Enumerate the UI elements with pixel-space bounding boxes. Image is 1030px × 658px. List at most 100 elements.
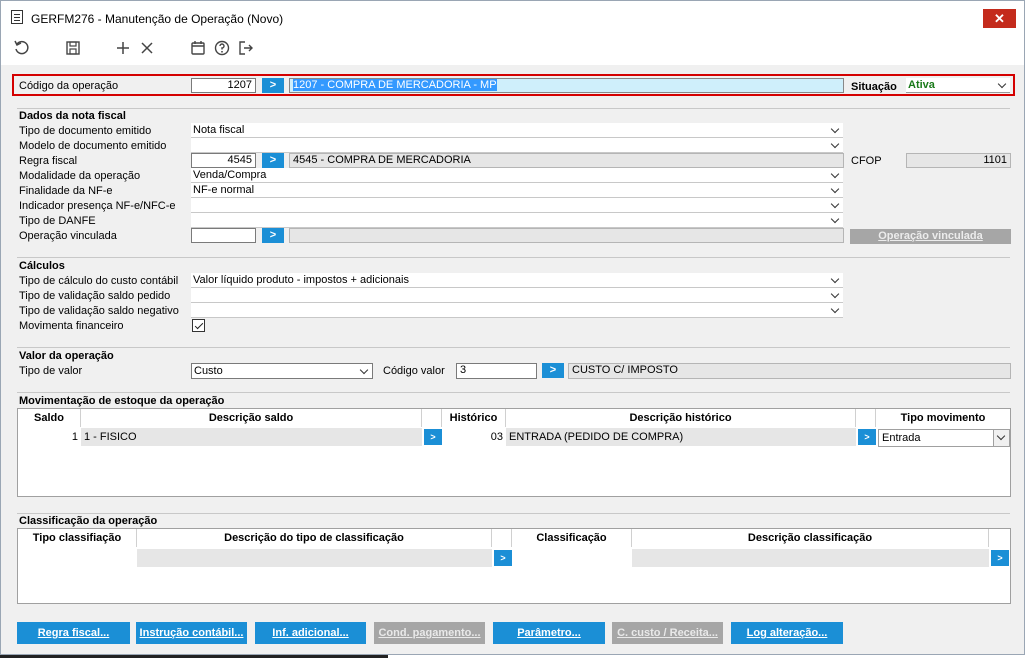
tipo-documento-label: Tipo de documento emitido: [19, 125, 152, 137]
table-row-descricao-historico: ENTRADA (PEDIDO DE COMPRA): [506, 428, 856, 446]
codigo-valor-input[interactable]: 3: [456, 363, 537, 379]
table-row-saldo[interactable]: 1: [18, 428, 81, 446]
centro-custo-button[interactable]: C. custo / Receita...: [612, 622, 723, 644]
chevron-down-icon: [831, 198, 840, 212]
situacao-value: Ativa: [908, 79, 935, 91]
col-header-descricao-historico[interactable]: Descrição histórico: [506, 409, 856, 427]
exit-button[interactable]: [235, 37, 257, 59]
section-divider: [17, 257, 1010, 258]
tipo-valor-value: Custo: [194, 365, 223, 377]
tipo-valor-select[interactable]: Custo: [191, 363, 373, 379]
classificacao-lookup-button[interactable]: >: [991, 550, 1009, 566]
validacao-saldo-pedido-select[interactable]: [191, 288, 843, 303]
finalidade-value: NF-e normal: [193, 184, 255, 196]
table-row-descricao-tipo: [137, 549, 492, 567]
regra-fiscal-label: Regra fiscal: [19, 155, 78, 167]
col-header-tipo-classificacao[interactable]: Tipo classifiação: [18, 529, 137, 547]
table-row-descricao-saldo: 1 - FISICO: [81, 428, 422, 446]
movimenta-financeiro-checkbox[interactable]: [192, 319, 205, 332]
table-row-descricao-classificacao: [632, 549, 989, 567]
indicador-presenca-select[interactable]: [191, 198, 843, 213]
codigo-operacao-label: Código da operação: [19, 80, 119, 92]
cond-pagamento-button[interactable]: Cond. pagamento...: [374, 622, 485, 644]
close-button[interactable]: ✕: [983, 9, 1016, 28]
finalidade-label: Finalidade da NF-e: [19, 185, 113, 197]
codigo-operacao-description-text: 1207 - COMPRA DE MERCADORIA - MP: [293, 79, 497, 91]
document-icon: [11, 10, 23, 24]
classificacao-grid: Tipo classifiação Descrição do tipo de c…: [17, 528, 1011, 604]
col-header-descricao-tipo-classificacao[interactable]: Descrição do tipo de classificação: [137, 529, 492, 547]
section-divider: [17, 347, 1010, 348]
validacao-saldo-negativo-select[interactable]: [191, 303, 843, 318]
help-icon: [214, 40, 230, 56]
codigo-valor-description: CUSTO C/ IMPOSTO: [568, 363, 1011, 379]
section-divider: [17, 392, 1010, 393]
toolbar: [1, 31, 1024, 65]
regra-fiscal-button[interactable]: Regra fiscal...: [17, 622, 130, 644]
regra-fiscal-description: 4545 - COMPRA DE MERCADORIA: [289, 153, 844, 168]
modalidade-select[interactable]: Venda/Compra: [191, 168, 843, 183]
modelo-documento-select[interactable]: [191, 138, 843, 153]
calendar-button[interactable]: [187, 37, 209, 59]
col-header-tipo-movimento[interactable]: Tipo movimento: [876, 409, 1010, 427]
operacao-vinculada-description: [289, 228, 844, 243]
col-header-spacer: [856, 409, 876, 427]
chevron-down-icon: [360, 364, 369, 378]
modelo-documento-label: Modelo de documento emitido: [19, 140, 167, 152]
col-header-spacer: [492, 529, 512, 547]
codigo-operacao-input[interactable]: 1207: [191, 78, 256, 93]
instrucao-contabil-button[interactable]: Instrução contábil...: [136, 622, 247, 644]
indicador-presenca-label: Indicador presença NF-e/NFC-e: [19, 200, 176, 212]
chevron-down-icon: [831, 273, 840, 287]
codigo-valor-lookup-button[interactable]: >: [542, 363, 564, 378]
chevron-down-icon: [831, 138, 840, 152]
tipo-movimento-select[interactable]: Entrada: [878, 429, 1010, 447]
codigo-operacao-lookup-button[interactable]: >: [262, 78, 284, 93]
validacao-saldo-pedido-label: Tipo de validação saldo pedido: [19, 290, 171, 302]
col-header-historico[interactable]: Histórico: [442, 409, 506, 427]
movimenta-financeiro-label: Movimenta financeiro: [19, 320, 124, 332]
help-button[interactable]: [211, 37, 233, 59]
tipo-danfe-select[interactable]: [191, 213, 843, 228]
operacao-vinculada-button[interactable]: Operação vinculada: [850, 229, 1011, 244]
tipo-movimento-value: Entrada: [882, 432, 921, 444]
col-header-saldo[interactable]: Saldo: [18, 409, 81, 427]
operacao-vinculada-lookup-button[interactable]: >: [262, 228, 284, 243]
modalidade-value: Venda/Compra: [193, 169, 267, 181]
save-button[interactable]: [62, 37, 84, 59]
col-header-descricao-classificacao[interactable]: Descrição classificação: [632, 529, 989, 547]
estoque-section-title: Movimentação de estoque da operação: [19, 395, 225, 407]
regra-fiscal-input[interactable]: 4545: [191, 153, 256, 168]
classificacao-section-title: Classificação da operação: [19, 515, 158, 527]
tipo-classificacao-lookup-button[interactable]: >: [494, 550, 512, 566]
delete-button[interactable]: [136, 37, 158, 59]
chevron-down-icon: [831, 213, 840, 227]
tipo-danfe-label: Tipo de DANFE: [19, 215, 96, 227]
chevron-down-icon: [831, 288, 840, 302]
cfop-label: CFOP: [851, 155, 882, 167]
regra-fiscal-lookup-button[interactable]: >: [262, 153, 284, 168]
historico-lookup-button[interactable]: >: [858, 429, 876, 445]
saldo-lookup-button[interactable]: >: [424, 429, 442, 445]
col-header-classificacao[interactable]: Classificação: [512, 529, 632, 547]
calculo-custo-label: Tipo de cálculo do custo contábil: [19, 275, 179, 287]
table-row-historico[interactable]: 03: [442, 428, 506, 446]
inf-adicional-button[interactable]: Inf. adicional...: [255, 622, 366, 644]
tipo-documento-select[interactable]: Nota fiscal: [191, 123, 843, 138]
calculo-custo-select[interactable]: Valor líquido produto - impostos + adici…: [191, 273, 843, 288]
log-alteracao-button[interactable]: Log alteração...: [731, 622, 843, 644]
finalidade-select[interactable]: NF-e normal: [191, 183, 843, 198]
col-header-spacer: [989, 529, 1010, 547]
valor-section-title: Valor da operação: [19, 350, 114, 362]
calculos-section-title: Cálculos: [19, 260, 65, 272]
chevron-down-icon: [831, 183, 840, 197]
add-button[interactable]: [112, 37, 134, 59]
operacao-vinculada-input[interactable]: [191, 228, 256, 243]
col-header-descricao-saldo[interactable]: Descrição saldo: [81, 409, 422, 427]
situacao-select[interactable]: Ativa: [906, 78, 1010, 93]
title-bar: GERFM276 - Manutenção de Operação (Novo)…: [1, 1, 1024, 31]
undo-button[interactable]: [11, 37, 33, 59]
chevron-down-icon: [831, 303, 840, 317]
calculo-custo-value: Valor líquido produto - impostos + adici…: [193, 274, 409, 286]
parametro-button[interactable]: Parâmetro...: [493, 622, 605, 644]
